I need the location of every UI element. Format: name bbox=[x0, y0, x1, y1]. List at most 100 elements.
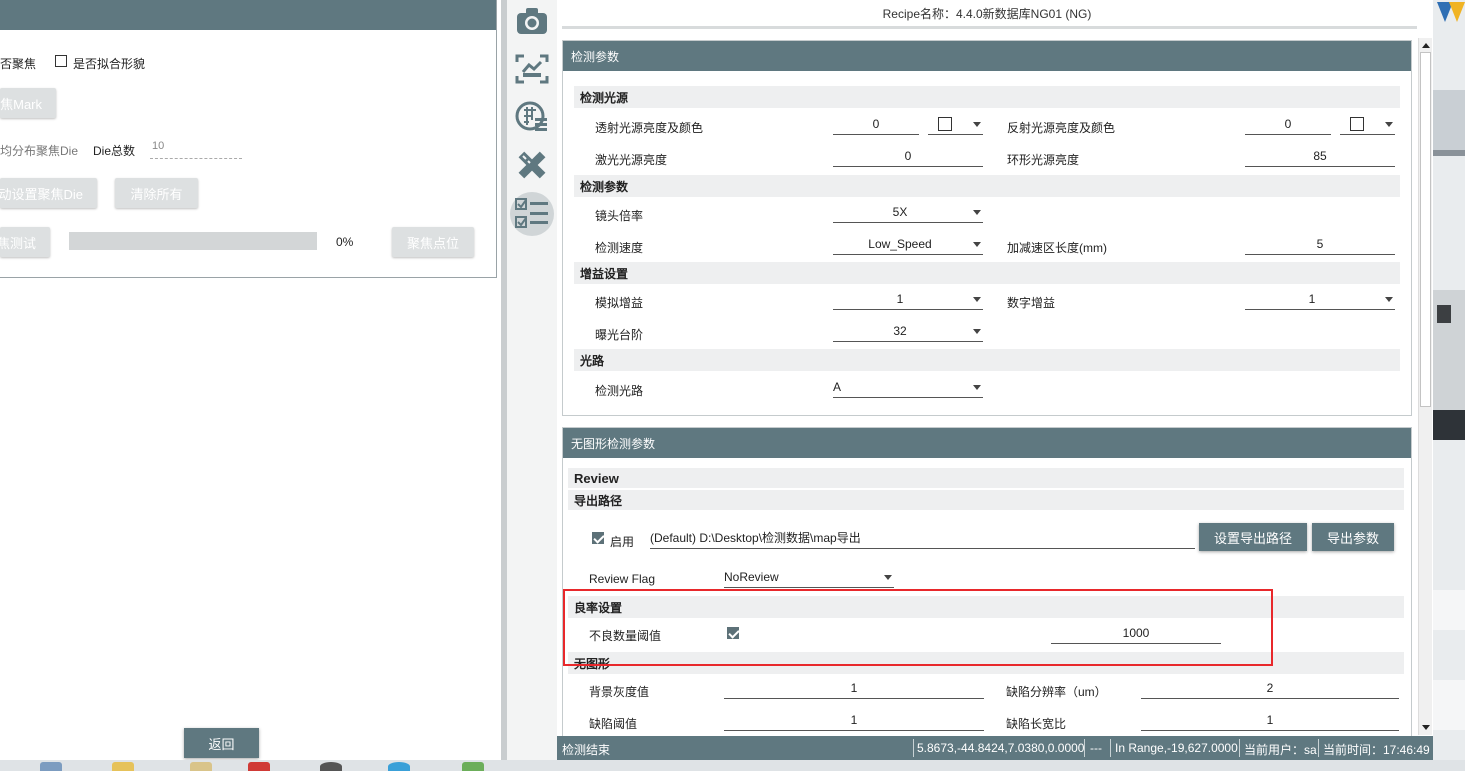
laser-label: 激光光源亮度 bbox=[595, 153, 668, 167]
nopattern-params-header: 无图形检测参数 bbox=[563, 428, 1411, 458]
chevron-down-icon bbox=[973, 242, 981, 247]
refl-light-input[interactable]: 0 bbox=[1245, 115, 1331, 135]
chevron-down-icon bbox=[973, 210, 981, 215]
digital-gain-label: 数字增益 bbox=[1007, 296, 1056, 310]
defect-res-label: 缺陷分辨率（um） bbox=[1006, 685, 1107, 699]
digital-gain-select[interactable]: 1 bbox=[1245, 290, 1395, 310]
focus-progress-bar bbox=[69, 232, 317, 250]
status-state: 检测结束 bbox=[562, 743, 611, 757]
scroll-down-icon[interactable] bbox=[1419, 721, 1433, 735]
top-separator bbox=[562, 26, 1417, 29]
focus-label: 否聚焦 bbox=[0, 57, 37, 71]
export-path-input[interactable]: (Default) D:\Desktop\检测数据\map导出 bbox=[650, 529, 1195, 549]
chevron-down-icon bbox=[973, 385, 981, 390]
review-section: Review bbox=[568, 468, 1404, 488]
defect-res-input[interactable]: 2 bbox=[1141, 679, 1399, 699]
export-section: 导出路径 bbox=[568, 490, 1404, 510]
distribute-label: 均分布聚焦Die bbox=[0, 144, 79, 158]
light-section: 检测光源 bbox=[574, 86, 1400, 108]
wafer-map-icon[interactable] bbox=[515, 100, 549, 134]
trans-color-swatch bbox=[938, 117, 952, 131]
highlight-box bbox=[563, 589, 1273, 666]
optical-select[interactable]: A bbox=[833, 378, 983, 398]
status-dashes: --- bbox=[1090, 741, 1102, 755]
chevron-down-icon bbox=[1385, 122, 1393, 127]
analog-gain-select[interactable]: 1 bbox=[833, 290, 983, 310]
export-params-button[interactable]: 导出参数 bbox=[1312, 523, 1394, 551]
gain-section: 增益设置 bbox=[574, 262, 1400, 284]
nopattern-params-panel: 无图形检测参数 Review 导出路径 启用 (Default) D:\Desk… bbox=[562, 427, 1412, 736]
checklist-icon[interactable] bbox=[510, 192, 554, 236]
taskbar-app-icon[interactable] bbox=[40, 762, 62, 771]
exposure-select[interactable]: 32 bbox=[833, 322, 983, 342]
chevron-down-icon bbox=[973, 297, 981, 302]
optical-section: 光路 bbox=[574, 349, 1400, 371]
optical-label: 检测光路 bbox=[595, 384, 644, 398]
taskbar-app-icon[interactable] bbox=[320, 762, 342, 771]
trans-light-label: 透射光源亮度及颜色 bbox=[595, 121, 704, 135]
scroll-up-icon[interactable] bbox=[1419, 38, 1433, 52]
chevron-down-icon bbox=[1385, 297, 1393, 302]
defect-ratio-label: 缺陷长宽比 bbox=[1006, 717, 1067, 731]
die-total-input[interactable]: 10 bbox=[150, 140, 242, 159]
taskbar-app-icon[interactable] bbox=[462, 762, 484, 771]
status-range: In Range,-19,627.0000 bbox=[1115, 741, 1238, 755]
taskbar-app-icon[interactable] bbox=[388, 762, 410, 771]
focus-panel-header bbox=[0, 0, 496, 30]
exposure-label: 曝光台阶 bbox=[595, 328, 644, 342]
defect-ratio-input[interactable]: 1 bbox=[1141, 711, 1399, 731]
taskbar-folder-icon[interactable] bbox=[112, 762, 134, 771]
side-toolbar bbox=[507, 0, 557, 771]
laser-input[interactable]: 0 bbox=[833, 147, 983, 167]
clear-all-button[interactable]: 清除所有 bbox=[115, 178, 198, 208]
focus-test-button[interactable]: 焦测试 bbox=[0, 227, 50, 257]
trans-light-input[interactable]: 0 bbox=[833, 115, 919, 135]
defect-thr-input[interactable]: 1 bbox=[724, 711, 984, 731]
auto-set-focus-die-button[interactable]: 动设置聚焦Die bbox=[0, 178, 97, 208]
optical-value: A bbox=[833, 380, 842, 394]
focus-settings-panel: 否聚焦 是否拟合形貌 焦Mark 均分布聚焦Die Die总数 10 动设置聚焦… bbox=[0, 0, 497, 278]
accel-label: 加减速区长度(mm) bbox=[1007, 241, 1107, 255]
lens-select[interactable]: 5X bbox=[833, 203, 983, 223]
review-flag-value: NoReview bbox=[724, 570, 779, 584]
trans-color-select[interactable] bbox=[928, 115, 983, 135]
review-flag-select[interactable]: NoReview bbox=[724, 568, 894, 588]
speed-select[interactable]: Low_Speed bbox=[833, 235, 983, 255]
chevron-down-icon bbox=[884, 575, 892, 580]
taskbar-app-icon[interactable] bbox=[190, 762, 212, 771]
camera-icon[interactable] bbox=[515, 4, 549, 38]
enable-label: 启用 bbox=[610, 535, 635, 549]
back-button[interactable]: 返回 bbox=[184, 728, 259, 758]
background-window bbox=[1433, 0, 1465, 771]
review-flag-label: Review Flag bbox=[589, 572, 656, 586]
refl-color-swatch bbox=[1350, 117, 1364, 131]
vertical-scrollbar[interactable] bbox=[1418, 38, 1432, 735]
status-user: 当前用户：sa bbox=[1244, 743, 1317, 757]
lens-value: 5X bbox=[892, 205, 908, 219]
chart-icon[interactable] bbox=[515, 52, 549, 86]
focus-mark-button[interactable]: 焦Mark bbox=[0, 88, 56, 118]
ring-input[interactable]: 85 bbox=[1245, 147, 1395, 167]
set-export-path-button[interactable]: 设置导出路径 bbox=[1199, 523, 1307, 551]
refl-color-select[interactable] bbox=[1340, 115, 1395, 135]
exposure-value: 32 bbox=[893, 324, 907, 338]
bg-gray-input[interactable]: 1 bbox=[724, 679, 984, 699]
die-total-label: Die总数 bbox=[93, 144, 136, 158]
accel-input[interactable]: 5 bbox=[1245, 235, 1395, 255]
fit-checkbox[interactable] bbox=[55, 55, 67, 67]
speed-value: Low_Speed bbox=[868, 237, 932, 251]
chevron-down-icon bbox=[973, 122, 981, 127]
enable-checkbox[interactable] bbox=[592, 532, 604, 544]
status-bar: 检测结束 5.8673,-44.8424,7.0380,0.0000 --- I… bbox=[557, 736, 1433, 760]
focus-point-button[interactable]: 聚焦点位 bbox=[392, 227, 474, 257]
refl-light-label: 反射光源亮度及颜色 bbox=[1007, 121, 1116, 135]
progress-text: 0% bbox=[336, 235, 354, 249]
scroll-thumb[interactable] bbox=[1420, 52, 1431, 407]
analog-gain-value: 1 bbox=[896, 292, 904, 306]
speed-label: 检测速度 bbox=[595, 241, 644, 255]
bg-gray-label: 背景灰度值 bbox=[589, 685, 650, 699]
ruler-pencil-icon[interactable] bbox=[515, 148, 549, 182]
chevron-down-icon bbox=[973, 329, 981, 334]
taskbar-app-icon[interactable] bbox=[248, 762, 270, 771]
status-time: 当前时间：17:46:49 bbox=[1323, 743, 1430, 757]
